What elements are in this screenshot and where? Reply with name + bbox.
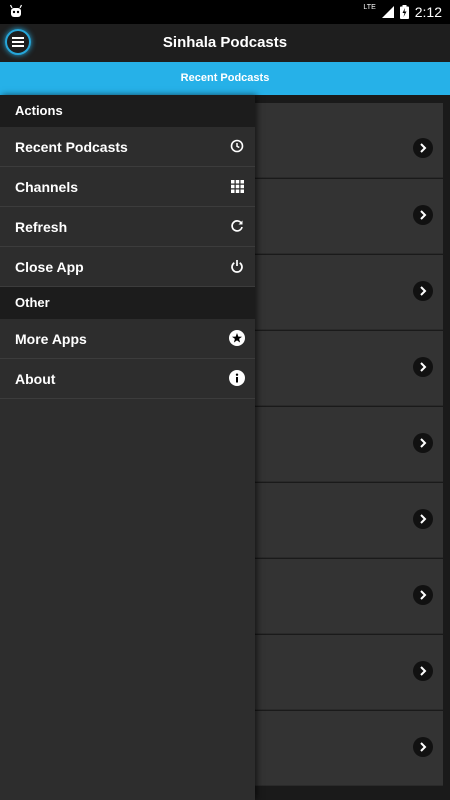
chevron-right-icon[interactable] <box>413 737 433 757</box>
drawer-item-channels[interactable]: Channels <box>0 167 255 207</box>
clock-icon <box>229 138 245 154</box>
drawer-item-label: More Apps <box>15 330 87 347</box>
chevron-right-icon[interactable] <box>413 509 433 529</box>
drawer-item-close-app[interactable]: Close App <box>0 247 255 287</box>
power-icon <box>229 258 245 274</box>
status-bar: LTE 2:12 <box>0 0 450 24</box>
clock-time: 2:12 <box>414 4 442 20</box>
chevron-right-icon[interactable] <box>413 433 433 453</box>
chevron-right-icon[interactable] <box>413 205 433 225</box>
navigation-drawer: Actions Recent Podcasts Channels Refresh… <box>0 95 255 800</box>
info-icon <box>229 370 245 386</box>
drawer-item-label: Recent Podcasts <box>15 138 128 155</box>
drawer-item-label: Channels <box>15 178 79 195</box>
android-notification-icon <box>9 4 23 17</box>
actions-section-header: Actions <box>0 95 255 127</box>
app-title: Sinhala Podcasts <box>162 34 288 51</box>
chevron-right-icon[interactable] <box>413 661 433 681</box>
drawer-item-label: Refresh <box>15 218 68 235</box>
drawer-item-about[interactable]: About <box>0 359 255 399</box>
drawer-item-more-apps[interactable]: More Apps <box>0 319 255 359</box>
network-type: LTE <box>363 3 376 11</box>
drawer-item-refresh[interactable]: Refresh <box>0 207 255 247</box>
chevron-right-icon[interactable] <box>413 138 433 158</box>
other-section-header: Other <box>0 287 255 319</box>
refresh-icon <box>229 218 245 234</box>
battery-icon <box>399 5 409 19</box>
drawer-item-recent-podcasts[interactable]: Recent Podcasts <box>0 127 255 167</box>
chevron-right-icon[interactable] <box>413 585 433 605</box>
chevron-right-icon[interactable] <box>413 281 433 301</box>
drawer-item-label: About <box>15 370 56 387</box>
chevron-right-icon[interactable] <box>413 357 433 377</box>
grid-icon <box>229 178 245 194</box>
tab-recent-podcasts[interactable]: Recent Podcasts <box>0 62 450 95</box>
star-icon <box>229 330 245 346</box>
app-bar: Sinhala Podcasts <box>0 24 450 62</box>
drawer-item-label: Close App <box>15 258 84 275</box>
signal-icon <box>381 6 394 18</box>
